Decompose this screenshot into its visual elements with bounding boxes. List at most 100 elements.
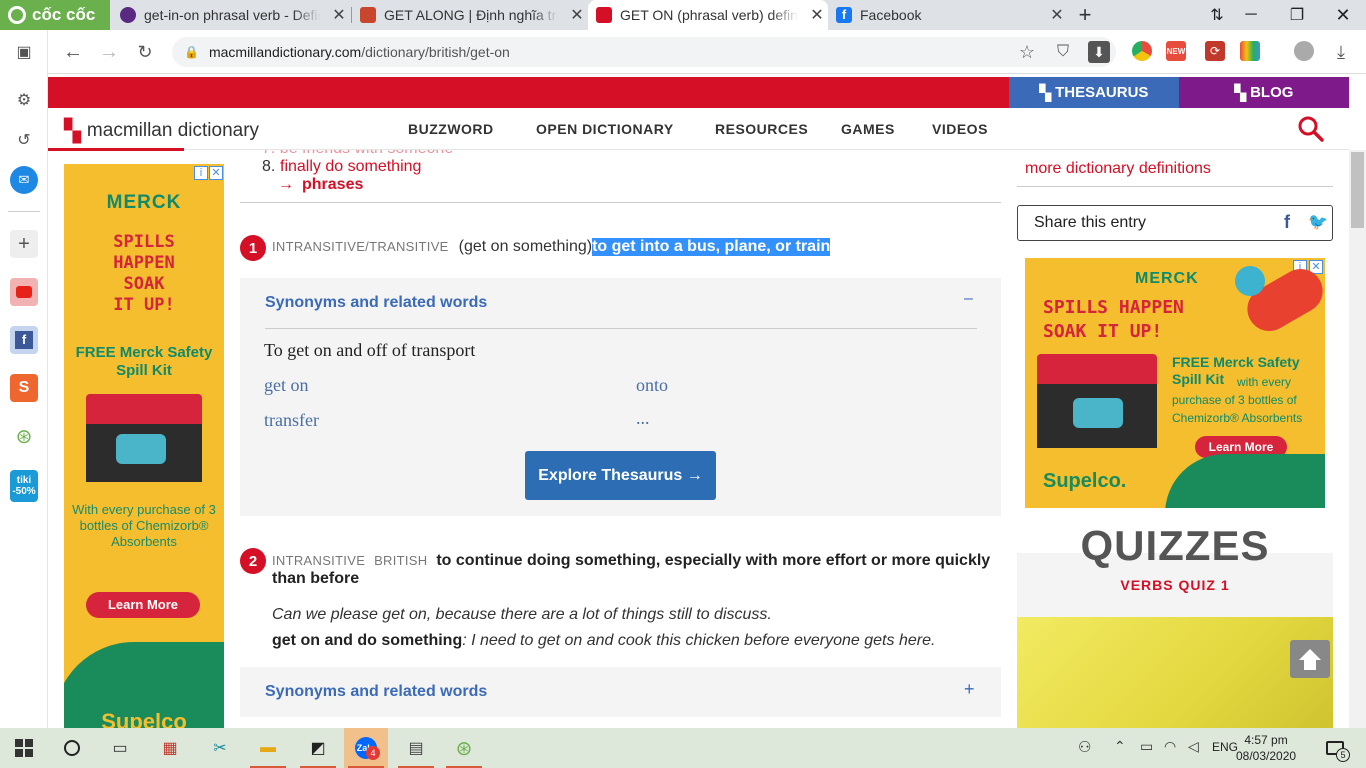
settings-gear-icon[interactable]: ⚙ (10, 86, 38, 114)
clock-time: 4:57 pm (1244, 733, 1288, 747)
system-clock[interactable]: 4:57 pm 08/03/2020 (1236, 732, 1296, 764)
scrollbar-thumb[interactable] (1351, 152, 1364, 228)
synonym-link[interactable]: onto (636, 375, 668, 396)
calculator-icon[interactable]: ▤ (394, 728, 438, 768)
file-explorer-icon[interactable]: ▬ (246, 728, 290, 768)
more-synonyms-link[interactable]: ... (636, 408, 650, 429)
download-icon[interactable]: ⤓ (1328, 39, 1354, 65)
grid-extension-icon[interactable] (1240, 41, 1260, 61)
advertisement-left[interactable]: i ✕ MERCK SPILLS HAPPEN SOAK IT UP! FREE… (64, 164, 224, 728)
shopee-icon[interactable]: S (10, 374, 38, 402)
ad-maker: Supelco (101, 709, 187, 728)
people-icon[interactable]: ⚇ (1078, 738, 1091, 756)
close-icon[interactable]: ✕ (1046, 5, 1068, 25)
zalo-app-icon[interactable]: Zalo 4 (344, 728, 388, 768)
add-app-icon[interactable]: + (10, 230, 38, 258)
nav-resources[interactable]: RESOURCES (715, 121, 808, 137)
synonyms-heading[interactable]: Synonyms and related words (265, 294, 487, 312)
twitter-share-icon[interactable]: 🐦 (1308, 212, 1328, 232)
youtube-icon[interactable] (10, 278, 38, 306)
synonyms-heading[interactable]: Synonyms and related words (265, 683, 487, 701)
ad-info-icon[interactable]: i (194, 166, 208, 180)
battery-icon[interactable]: ▭ (1140, 738, 1153, 755)
forward-icon[interactable]: → (96, 39, 122, 65)
back-to-top-button[interactable] (1290, 640, 1330, 678)
address-bar[interactable]: 🔒 macmillandictionary.com /dictionary/br… (172, 37, 1116, 67)
expand-icon[interactable]: + (964, 679, 975, 700)
close-icon[interactable]: ✕ (806, 5, 828, 25)
language-indicator[interactable]: ENG (1212, 740, 1238, 754)
close-icon[interactable]: ✕ (328, 5, 350, 25)
new-extension-icon[interactable]: NEW (1166, 41, 1186, 61)
nav-open-dictionary[interactable]: OPEN DICTIONARY (536, 121, 674, 137)
explore-thesaurus-button[interactable]: Explore Thesaurus → (525, 451, 716, 500)
sticky-notes-icon[interactable]: ◩ (296, 728, 340, 768)
definition-highlighted[interactable]: to get into a bus, plane, or train (592, 238, 831, 256)
search-icon[interactable] (1298, 116, 1324, 142)
toc-item-8[interactable]: finally do something (280, 158, 421, 176)
cambridge-icon (360, 7, 376, 23)
site-logo[interactable]: ▚ macmillan dictionary (64, 118, 259, 144)
facebook-app-icon[interactable]: f (10, 326, 38, 354)
oxford-icon (120, 7, 136, 23)
grammar-label: INTRANSITIVE/TRANSITIVE (272, 239, 449, 254)
windows-start-icon[interactable] (2, 728, 46, 768)
macmillan-logo-icon: ▚ (64, 118, 81, 143)
usage-pattern: (get on something) (458, 238, 593, 255)
history-icon[interactable]: ↺ (10, 126, 38, 154)
action-center-icon[interactable]: 5 (1324, 738, 1350, 762)
red-extension-icon[interactable]: ⟳ (1205, 41, 1225, 61)
close-window-button[interactable]: ✕ (1320, 0, 1366, 30)
sidebar-toggle-icon[interactable]: ▣ (10, 38, 38, 66)
reload-icon[interactable]: ↻ (132, 39, 158, 65)
advertisement-right[interactable]: i ✕ MERCK SPILLS HAPPEN SOAK IT UP! FREE… (1025, 258, 1325, 508)
thesaurus-label: THESAURUS (1055, 84, 1149, 101)
bookmark-star-icon[interactable]: ☆ (1014, 39, 1040, 65)
coccoc-menu-button[interactable]: cốc cốc (0, 0, 110, 30)
back-icon[interactable]: ← (60, 39, 86, 65)
new-tab-button[interactable]: + (1072, 0, 1098, 30)
volume-icon[interactable]: ◁ (1188, 738, 1199, 755)
toc-item-7[interactable]: 7. be friends with someone (262, 150, 453, 158)
example-sentence: Can we please get on, because there are … (272, 606, 772, 623)
ad-learn-more-button[interactable]: Learn More (86, 592, 200, 618)
snipping-tool-icon[interactable]: ✂ (198, 728, 242, 768)
coccoc-taskbar-icon[interactable]: ⊛ (442, 728, 486, 768)
shield-icon[interactable]: ⛉ (1050, 39, 1076, 65)
paint-app-icon[interactable]: ▦ (148, 728, 192, 768)
tab-oxford[interactable]: get-in-on phrasal verb - Defin ✕ (112, 0, 350, 30)
coccoc-app-icon[interactable]: ⊛ (10, 422, 38, 450)
tab-cambridge[interactable]: GET ALONG | Định nghĩa trong ✕ (352, 0, 588, 30)
thesaurus-link[interactable]: ▚ THESAURUS (1009, 77, 1179, 108)
tiki-icon[interactable]: tiki -50% (10, 470, 38, 502)
show-hidden-icons-chevron[interactable]: ⌃ (1114, 738, 1126, 755)
download-manager-icon[interactable]: ⬇ (1088, 41, 1110, 63)
maximize-button[interactable]: ❐ (1274, 0, 1320, 30)
nav-games[interactable]: GAMES (841, 121, 895, 137)
ad-brand: MERCK (106, 192, 182, 213)
quiz-puzzle-image[interactable] (1017, 617, 1333, 728)
collapse-icon[interactable]: – (964, 290, 973, 308)
chrome-extension-icon[interactable] (1132, 41, 1152, 61)
more-definitions-link[interactable]: more dictionary definitions (1025, 160, 1211, 178)
minimize-button[interactable]: ─ (1228, 0, 1274, 30)
page-scrollbar[interactable] (1349, 150, 1366, 728)
messenger-icon[interactable]: ✉ (10, 166, 38, 194)
tab-macmillan[interactable]: GET ON (phrasal verb) definiti ✕ (588, 0, 828, 30)
nav-buzzword[interactable]: BUZZWORD (408, 121, 494, 137)
search-circle-icon[interactable] (50, 728, 94, 768)
task-view-icon[interactable]: ▭ (98, 728, 142, 768)
verbs-quiz-link[interactable]: VERBS QUIZ 1 (1017, 577, 1333, 593)
profile-avatar[interactable] (1294, 41, 1314, 61)
toc-phrases-link[interactable]: → phrases (278, 176, 363, 194)
tab-facebook[interactable]: f Facebook ✕ (828, 0, 1068, 30)
wifi-icon[interactable]: ◠ (1164, 738, 1176, 755)
close-icon[interactable]: ✕ (566, 5, 588, 25)
site-top-bar (48, 77, 1009, 108)
facebook-share-icon[interactable]: f (1284, 212, 1290, 233)
synonym-link[interactable]: get on (264, 375, 309, 396)
ad-close-icon[interactable]: ✕ (209, 166, 223, 180)
blog-link[interactable]: ▚ BLOG (1179, 77, 1349, 108)
nav-videos[interactable]: VIDEOS (932, 121, 988, 137)
synonym-link[interactable]: transfer (264, 410, 319, 431)
